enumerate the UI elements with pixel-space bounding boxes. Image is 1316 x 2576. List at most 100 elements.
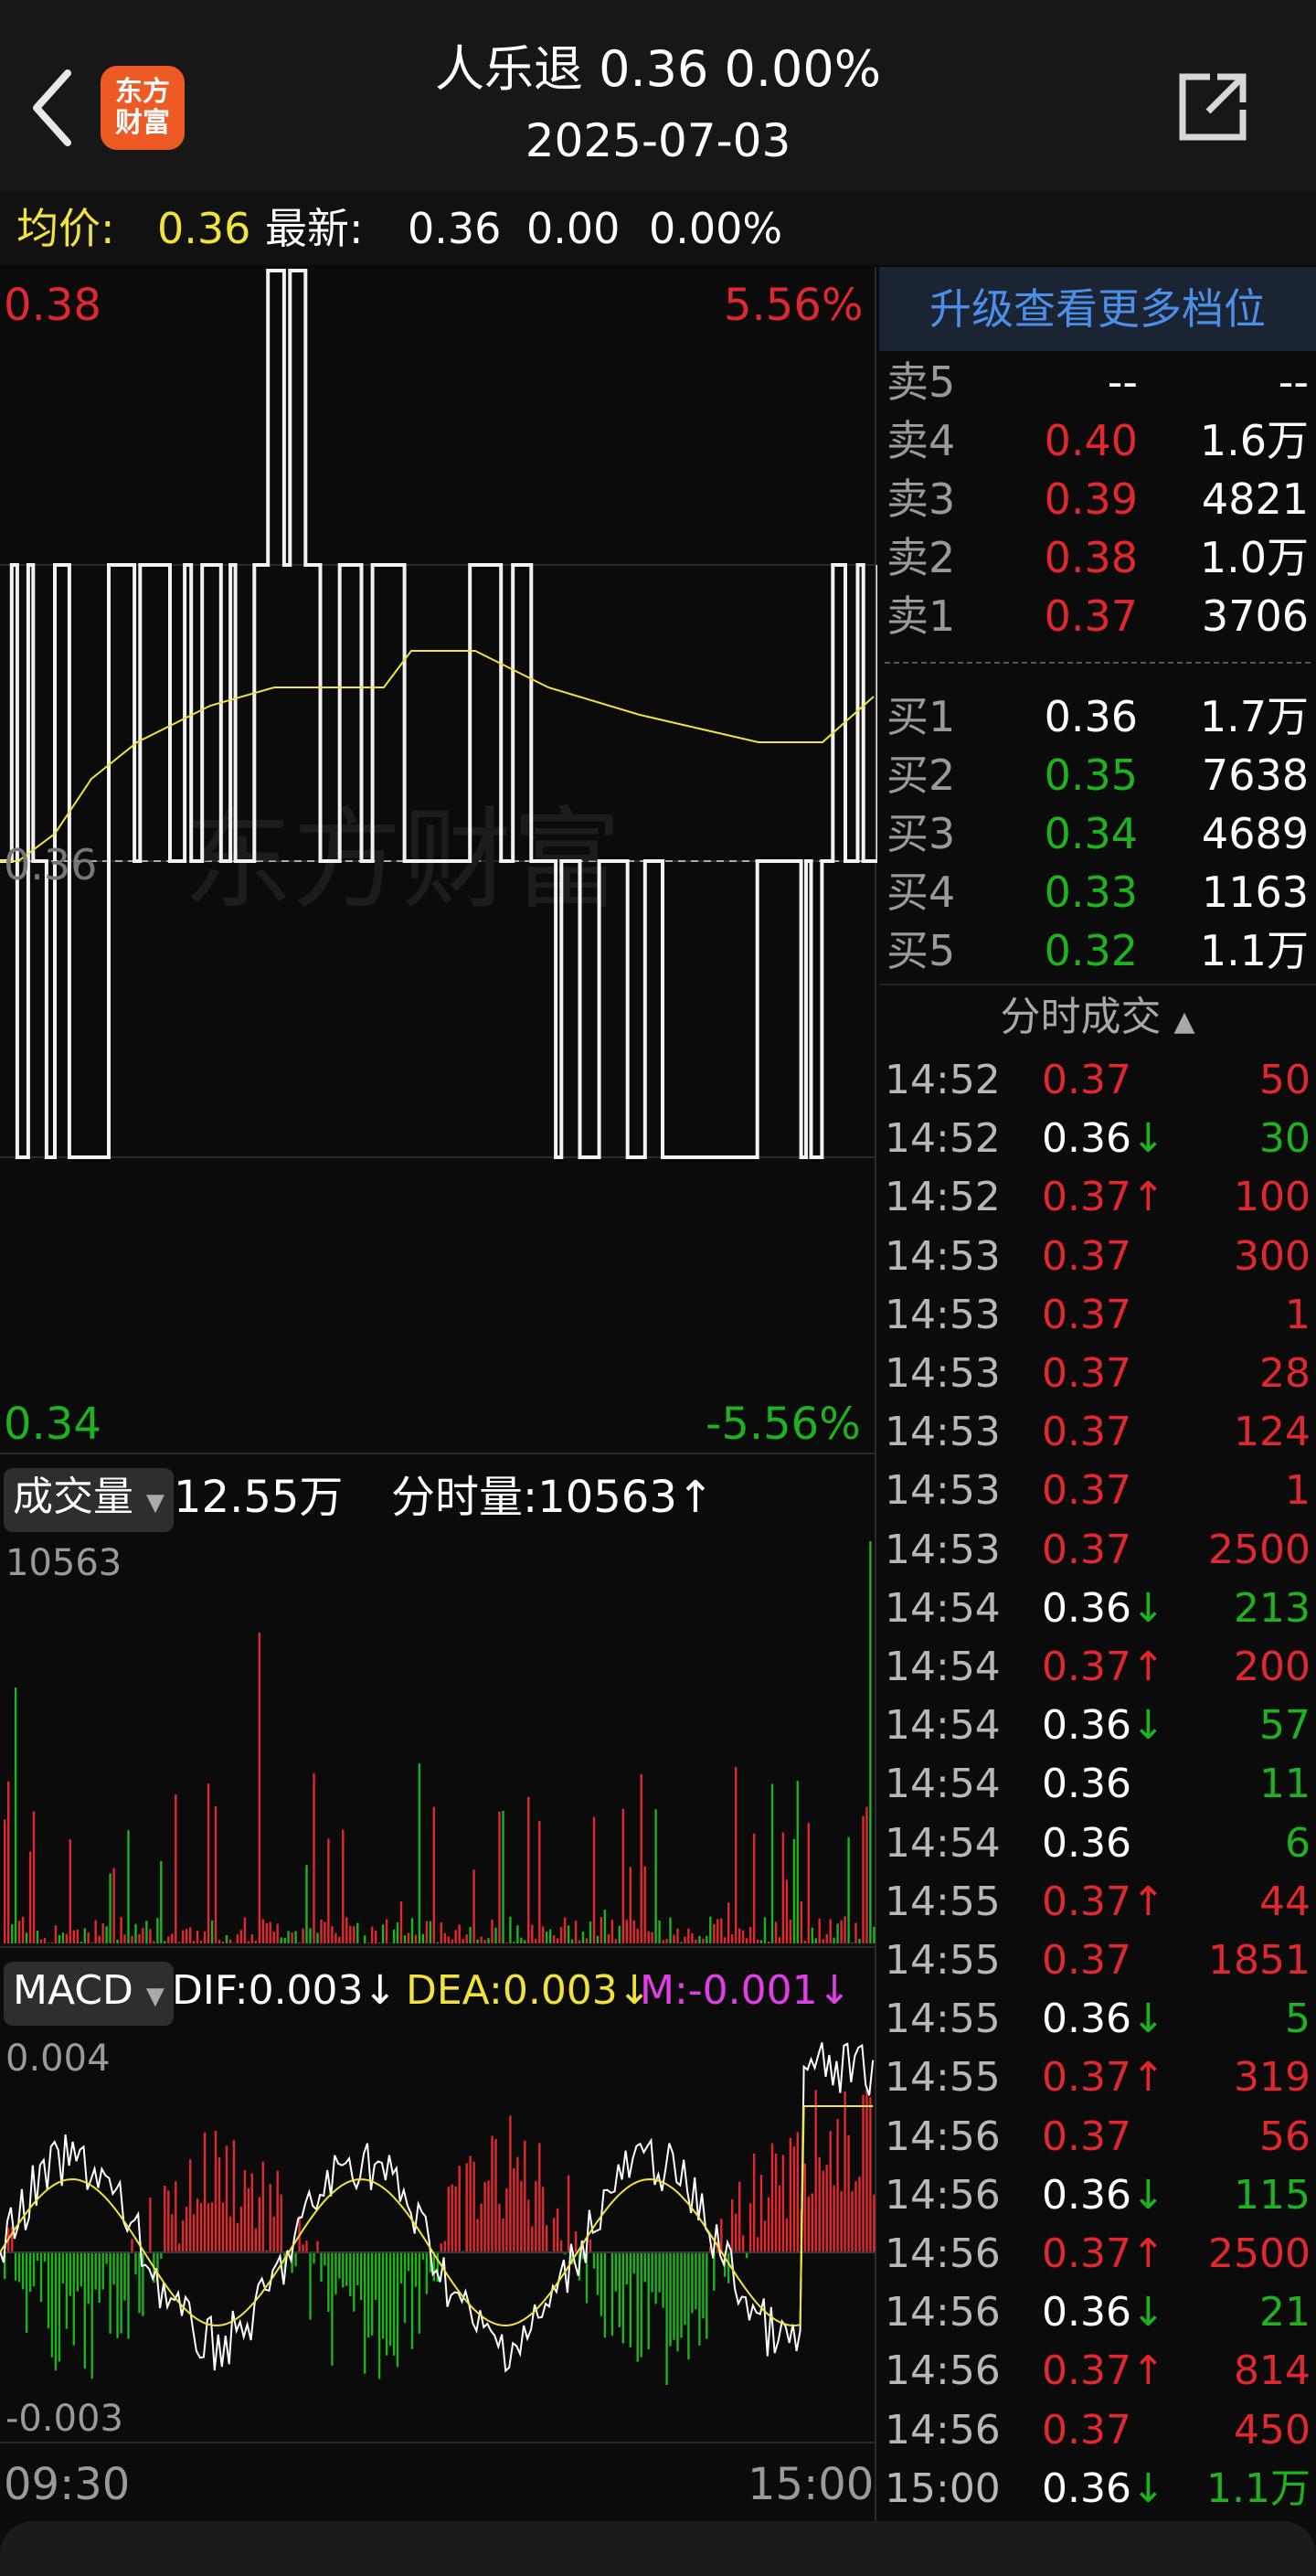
ask-row-1: 卖1 0.37 3706 xyxy=(886,587,1309,645)
macd-bar xyxy=(684,2252,685,2325)
bottom-sheet-handle[interactable] xyxy=(0,2521,1316,2576)
macd-bar xyxy=(760,2175,762,2252)
volume-bar xyxy=(462,1939,464,1943)
volume-bar xyxy=(29,1852,31,1943)
bid-row-5: 买5 0.32 1.1万 xyxy=(886,921,1309,980)
dea-line xyxy=(0,2106,873,2326)
macd-bar xyxy=(120,2252,122,2334)
trade-time: 14:53 xyxy=(885,1521,1001,1580)
volume-bar xyxy=(706,1936,707,1943)
volume-bar xyxy=(109,1874,111,1944)
macd-bar xyxy=(768,2198,769,2252)
macd-bar xyxy=(171,2214,173,2252)
macd-dif-value: DIF:0.003↓ xyxy=(172,1962,397,2020)
macd-bar xyxy=(538,2143,540,2252)
trade-price-value: 0.36 xyxy=(1042,1115,1131,1162)
volume-bar xyxy=(324,1921,325,1943)
price-info-bar: 均价: 0.36 最新: 0.36 0.00 0.00% xyxy=(0,192,1316,265)
trade-row: 14:540.37↑200 xyxy=(885,1638,1311,1697)
volume-bar xyxy=(62,1932,64,1943)
volume-bar xyxy=(422,1934,424,1943)
volume-bar xyxy=(727,1902,729,1943)
volume-bar xyxy=(713,1924,715,1943)
macd-bar xyxy=(698,2252,700,2346)
macd-bar xyxy=(270,2184,271,2252)
macd-bar xyxy=(353,2252,355,2312)
trade-row: 14:560.3756 xyxy=(885,2108,1311,2166)
macd-bar xyxy=(630,2252,631,2347)
macd-indicator-selector[interactable]: MACD ▼ xyxy=(4,1962,174,2026)
volume-bar xyxy=(779,1937,780,1943)
macd-bar xyxy=(422,2252,424,2260)
caret-up-icon: ▲ xyxy=(1173,1006,1194,1038)
macd-bar xyxy=(371,2252,373,2336)
macd-bar xyxy=(720,2219,722,2252)
trade-price-value: 0.37 xyxy=(1042,1644,1131,1690)
macd-bar xyxy=(847,2135,849,2252)
macd-bar xyxy=(18,2252,20,2283)
trade-price: 0.36↓ xyxy=(1042,1697,1165,1755)
volume-bar xyxy=(102,1923,104,1943)
volume-bar xyxy=(542,1926,544,1943)
volume-bar xyxy=(112,1868,114,1943)
trade-time: 14:55 xyxy=(885,1873,1001,1932)
macd-bar xyxy=(313,2252,314,2263)
macd-bar xyxy=(237,2223,239,2252)
volume-bar xyxy=(836,1923,838,1943)
volume-bar xyxy=(73,1931,75,1944)
volume-bar xyxy=(291,1932,292,1943)
volume-bar xyxy=(641,1774,642,1943)
volume-bar xyxy=(578,1941,580,1943)
volume-bar xyxy=(797,1781,799,1943)
trade-price: 0.36↓ xyxy=(1042,2460,1165,2518)
trade-price-value: 0.37 xyxy=(1042,1467,1131,1514)
trade-time: 14:52 xyxy=(885,1051,1001,1110)
trade-price-value: 0.37 xyxy=(1042,1937,1131,1984)
upgrade-more-levels-button[interactable]: 升级查看更多档位 xyxy=(879,267,1316,351)
trade-row: 14:550.37↑44 xyxy=(885,1873,1311,1932)
volume-bar xyxy=(237,1934,239,1943)
trade-price-value: 0.36 xyxy=(1042,2465,1131,2512)
macd-bar xyxy=(695,2252,696,2309)
volume-bar xyxy=(99,1936,101,1943)
trade-price: 0.37↑ xyxy=(1042,2049,1165,2107)
volume-bar xyxy=(164,1941,165,1943)
trade-row: 14:550.37↑319 xyxy=(885,2049,1311,2107)
volume-bar xyxy=(375,1931,377,1943)
trade-row: 14:530.37124 xyxy=(885,1403,1311,1462)
volume-bar xyxy=(426,1921,428,1943)
trades-header-button[interactable]: 分时成交 ▲ xyxy=(879,989,1316,1050)
macd-bar xyxy=(487,2180,489,2252)
trade-price-value: 0.37 xyxy=(1042,1350,1131,1397)
trade-time: 15:00 xyxy=(885,2460,1001,2518)
macd-bar xyxy=(397,2252,398,2367)
trade-price: 0.37 xyxy=(1042,1403,1131,1462)
volume-bar xyxy=(593,1817,595,1944)
volume-bar xyxy=(26,1932,27,1943)
macd-bar xyxy=(367,2252,369,2337)
intraday-chart[interactable]: 东方财富 xyxy=(0,267,877,2527)
macd-bar xyxy=(731,2199,733,2252)
dropdown-icon: ▼ xyxy=(146,1983,164,2010)
volume-bar xyxy=(433,1807,435,1943)
volume-bar xyxy=(487,1938,489,1943)
trade-volume: 21 xyxy=(1259,2283,1311,2342)
macd-bar xyxy=(415,2252,417,2287)
volume-bar xyxy=(345,1918,347,1944)
volume-bar xyxy=(472,1869,474,1943)
macd-bar xyxy=(600,2252,602,2316)
volume-bar xyxy=(720,1919,722,1944)
volume-bar xyxy=(658,1921,660,1943)
volume-bar xyxy=(149,1929,151,1943)
volume-bar xyxy=(531,1925,533,1943)
trade-time: 14:55 xyxy=(885,1990,1001,2049)
volume-bar xyxy=(869,1541,871,1943)
share-button[interactable] xyxy=(1173,68,1252,146)
volume-indicator-selector[interactable]: 成交量 ▼ xyxy=(4,1468,174,1532)
macd-bar xyxy=(472,2162,474,2252)
volume-bar xyxy=(854,1922,856,1943)
volume-bar xyxy=(662,1940,663,1943)
macd-bar xyxy=(131,2239,133,2252)
macd-bar xyxy=(865,2090,867,2253)
macd-bar xyxy=(40,2252,42,2302)
